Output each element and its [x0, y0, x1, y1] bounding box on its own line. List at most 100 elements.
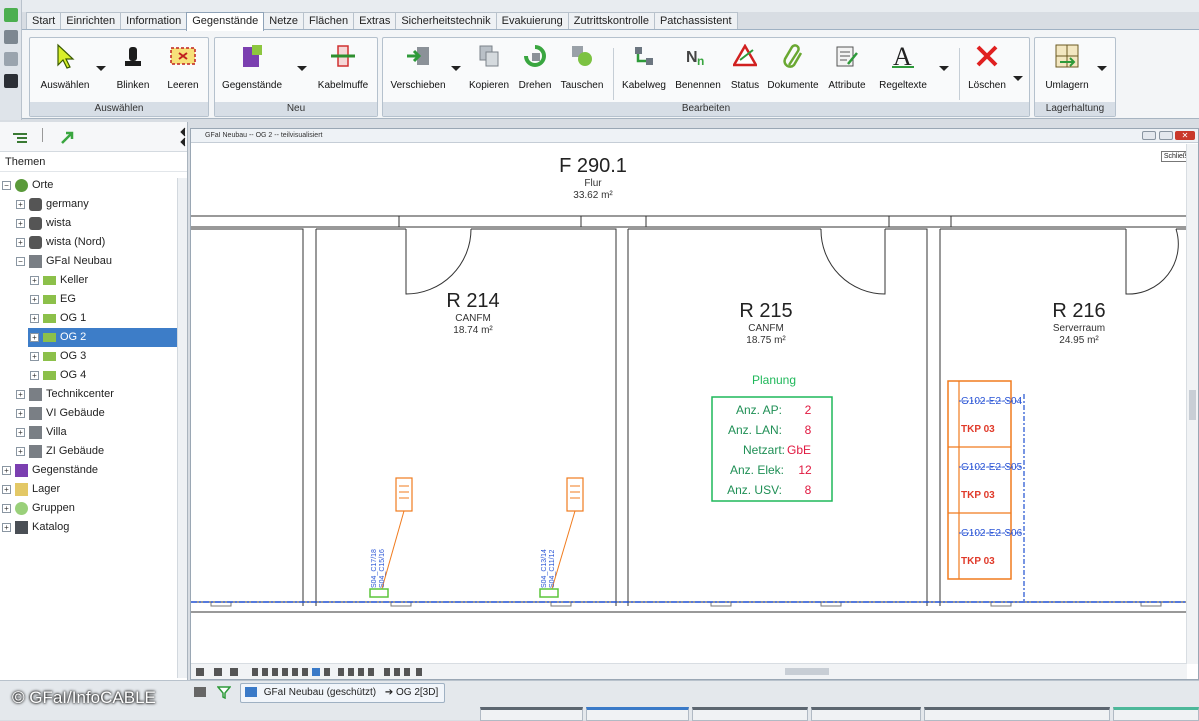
tree-node-katalog[interactable]: + Katalog	[2, 518, 69, 537]
undo-icon[interactable]	[4, 52, 18, 66]
tree-expand-icon[interactable]	[12, 132, 28, 144]
regeltexte-button[interactable]: A Regeltexte	[873, 42, 933, 91]
drehen-button[interactable]: Drehen	[515, 42, 555, 91]
loeschen-dropdown-icon[interactable]	[1013, 76, 1023, 81]
benennen-button[interactable]: Nn Benennen	[673, 42, 723, 91]
expand-icon[interactable]: +	[16, 408, 25, 418]
tab-gegenstaende[interactable]: Gegenstände	[186, 12, 265, 31]
breadcrumb-tab[interactable]: GFaI Neubau (geschützt) ➔ OG 2[3D]	[240, 683, 446, 703]
tab-einrichten[interactable]: Einrichten	[60, 12, 122, 29]
expand-icon[interactable]: +	[30, 275, 39, 285]
loeschen-button[interactable]: Löschen	[965, 42, 1009, 91]
rack-2-name[interactable]: TKP 03	[961, 490, 995, 501]
kabelweg-button[interactable]: Kabelweg	[619, 42, 669, 91]
tab-extras[interactable]: Extras	[353, 12, 397, 29]
tree-node-germany[interactable]: + germany	[16, 195, 89, 214]
expand-icon[interactable]: +	[30, 351, 39, 361]
patch-socket-2[interactable]: S04_C13/14 S04_C11/12	[539, 477, 584, 598]
tree-node-og1[interactable]: + OG 1	[30, 309, 86, 328]
filter-icon[interactable]	[217, 685, 231, 699]
floorplan[interactable]: F 290.1 Flur 33.62 m² R 214 CANFM 18.74 …	[191, 144, 1187, 662]
tab-netze[interactable]: Netze	[263, 12, 304, 29]
tab-sicherheitstechnik[interactable]: Sicherheitstechnik	[395, 12, 497, 29]
tree-node-og4[interactable]: + OG 4	[30, 366, 86, 385]
maximize-button[interactable]	[1159, 131, 1173, 140]
rack-1-ports[interactable]: G102-E2-S04	[961, 396, 1023, 407]
tree-node-orte[interactable]: − Orte	[2, 176, 53, 195]
locate-icon[interactable]	[60, 131, 76, 145]
save-icon[interactable]	[4, 30, 18, 44]
tree-node-og3[interactable]: + OG 3	[30, 347, 86, 366]
refresh-icon[interactable]	[4, 8, 18, 22]
close-button[interactable]: ✕	[1175, 131, 1195, 140]
expand-icon[interactable]: +	[16, 446, 25, 456]
expand-icon[interactable]: +	[30, 313, 39, 323]
rack-3-name[interactable]: TKP 03	[961, 556, 995, 567]
socket-2[interactable]	[539, 588, 559, 598]
rack-1-name[interactable]: TKP 03	[961, 424, 995, 435]
splitter-arrows-icon[interactable]	[179, 126, 187, 148]
expand-icon[interactable]: +	[2, 484, 11, 494]
tauschen-button[interactable]: Tauschen	[557, 42, 607, 91]
collapse-icon[interactable]: −	[2, 180, 11, 190]
patch-socket-1[interactable]: S04_C17/18 S04_C15/16	[369, 477, 413, 598]
verschieben-dropdown-icon[interactable]	[451, 66, 461, 71]
bottom-tab-1[interactable]	[480, 707, 583, 721]
kopieren-button[interactable]: Kopieren	[467, 42, 511, 91]
tree-node-lager[interactable]: + Lager	[2, 480, 60, 499]
expand-icon[interactable]: +	[30, 294, 39, 304]
verschieben-button[interactable]: Verschieben	[387, 42, 449, 91]
umlagern-button[interactable]: Umlagern	[1039, 42, 1095, 91]
binoculars-icon[interactable]	[4, 74, 18, 88]
gegenstaende-dropdown-icon[interactable]	[297, 66, 307, 71]
blinken-button[interactable]: Blinken	[110, 42, 156, 91]
tab-information[interactable]: Information	[120, 12, 188, 29]
access-point-1[interactable]	[395, 477, 413, 512]
tree-node-wista[interactable]: + wista	[16, 214, 71, 233]
expand-icon[interactable]: +	[2, 465, 11, 475]
expand-icon[interactable]: +	[30, 370, 39, 380]
regeltexte-dropdown-icon[interactable]	[939, 66, 949, 71]
floorplan-vscroll[interactable]	[1186, 144, 1198, 664]
kabelmuffe-button[interactable]: Kabelmuffe	[313, 42, 373, 91]
attribute-button[interactable]: Attribute	[823, 42, 871, 91]
dokumente-button[interactable]: Dokumente	[767, 42, 819, 91]
rack-2-ports[interactable]: G102-E2-S05	[961, 462, 1023, 473]
tree-node-og2[interactable]: + OG 2	[28, 328, 177, 347]
tree-node-villa[interactable]: + Villa	[16, 423, 67, 442]
tree-node-keller[interactable]: + Keller	[30, 271, 88, 290]
collapse-icon[interactable]: −	[16, 256, 25, 266]
socket-1[interactable]	[369, 588, 389, 598]
tab-patchassistent[interactable]: Patchassistent	[653, 12, 738, 29]
tab-evakuierung[interactable]: Evakuierung	[495, 12, 569, 29]
tree-node-gegenstaende[interactable]: + Gegenstände	[2, 461, 98, 480]
auswaehlen-dropdown-icon[interactable]	[96, 66, 106, 71]
gegenstaende-button[interactable]: Gegenstände	[221, 42, 283, 91]
tree-node-eg[interactable]: + EG	[30, 290, 76, 309]
zoom-tools-icon[interactable]	[194, 665, 434, 679]
floorplan-vscroll-thumb[interactable]	[1189, 390, 1196, 420]
expand-icon[interactable]: +	[16, 237, 25, 247]
floorplan-hscroll-thumb[interactable]	[785, 668, 829, 675]
sidebar-scrollbar[interactable]	[177, 178, 187, 678]
bottom-tab-4[interactable]	[811, 707, 921, 721]
rack-3-ports[interactable]: G102-E2-S06	[961, 528, 1023, 539]
umlagern-dropdown-icon[interactable]	[1097, 66, 1107, 71]
tree-node-vi-gebaeude[interactable]: + VI Gebäude	[16, 404, 105, 423]
expand-icon[interactable]: +	[16, 389, 25, 399]
expand-icon[interactable]: +	[16, 218, 25, 228]
tab-flaechen[interactable]: Flächen	[303, 12, 355, 29]
minimize-button[interactable]	[1142, 131, 1156, 140]
tree-node-wista-nord[interactable]: + wista (Nord)	[16, 233, 105, 252]
bottom-tab-2[interactable]	[586, 707, 689, 721]
expand-icon[interactable]: +	[16, 427, 25, 437]
tree-node-zi-gebaeude[interactable]: + ZI Gebäude	[16, 442, 104, 461]
tree-node-gfai-neubau[interactable]: − GFaI Neubau	[16, 252, 112, 271]
status-button[interactable]: Status	[727, 42, 763, 91]
bottom-tab-3[interactable]	[692, 707, 808, 721]
leeren-button[interactable]: Leeren	[160, 42, 206, 91]
expand-icon[interactable]: +	[2, 522, 11, 532]
tab-zutrittskontrolle[interactable]: Zutrittskontrolle	[567, 12, 655, 29]
rack-cabinet[interactable]	[947, 380, 1012, 580]
view-icon[interactable]	[194, 687, 206, 697]
